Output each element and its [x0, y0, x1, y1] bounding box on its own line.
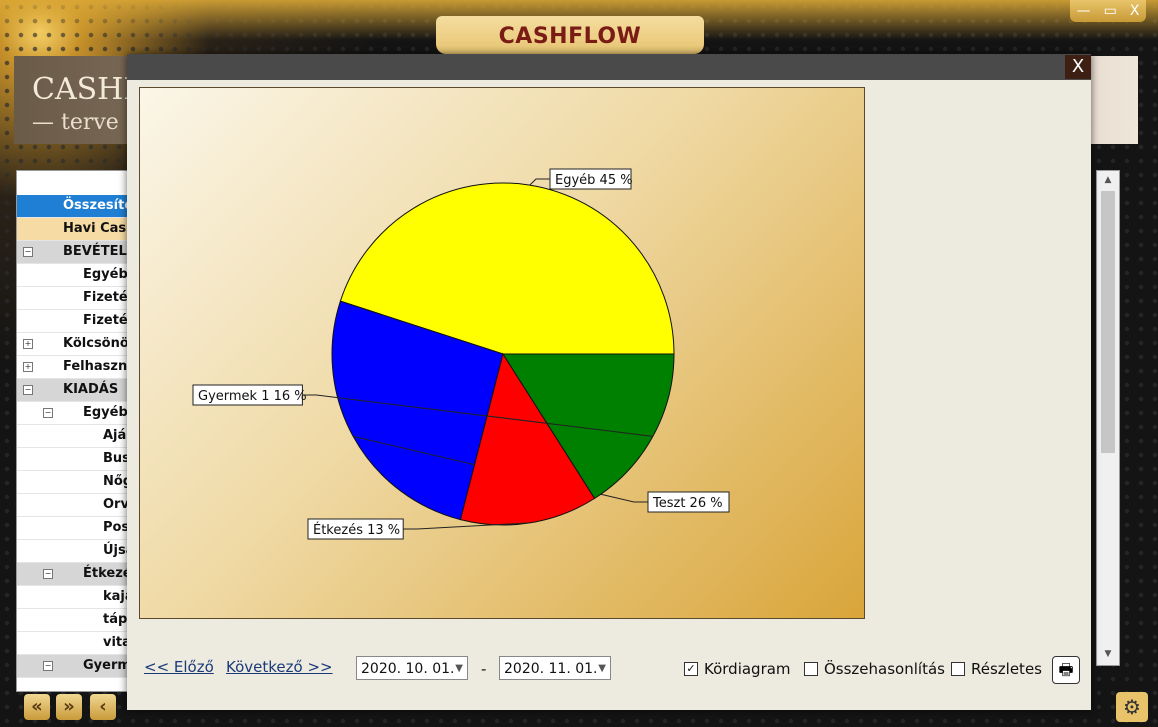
collapse-icon[interactable]: − [23, 247, 33, 257]
tree-row[interactable]: Havi Cash [17, 218, 129, 241]
scroll-up-icon[interactable]: ▲ [1101, 173, 1115, 187]
pie-label-leader [403, 522, 530, 530]
collapse-icon[interactable]: − [23, 385, 33, 395]
close-dialog-button[interactable]: X [1065, 55, 1091, 79]
tree-row-label: Orv [103, 497, 129, 512]
collapse-icon[interactable]: − [43, 569, 53, 579]
pie-chart: Egyéb 45 % Teszt 26 % Étkezés 13 % Gyermek … [192, 168, 730, 540]
tree-row[interactable]: vita [17, 632, 129, 655]
tree-row-label: Egyéb [83, 267, 128, 282]
tree-row[interactable]: − KIADÁS [17, 379, 129, 402]
checkbox-checked-icon[interactable]: ✓ [684, 662, 698, 676]
tree-row[interactable]: + Kölcsönöl [17, 333, 129, 356]
printer-icon[interactable]: 🖶 [1052, 656, 1080, 684]
expand-icon[interactable]: + [23, 362, 33, 372]
chevron-down-icon: ▼ [598, 663, 606, 674]
tree-row[interactable]: Újsa [17, 540, 129, 563]
checkbox-label: Összehasonlítás [824, 660, 945, 678]
tree-row-label: tápl [103, 612, 130, 627]
tree-row[interactable]: Fizetés [17, 310, 129, 333]
date-from-select[interactable]: 2020. 10. 01. ▼ [356, 656, 468, 680]
tree-row[interactable]: Post [17, 517, 129, 540]
tree-row[interactable]: kaja [17, 586, 129, 609]
settings-gear-icon[interactable]: ⚙ [1116, 692, 1148, 722]
tree-row-label: Post [103, 520, 130, 535]
pie-slice-label: Egyéb 45 % [555, 173, 633, 188]
previous-period-link[interactable]: << Előző [144, 658, 214, 676]
tree-row-label: Fizetés [83, 313, 129, 328]
scroll-down-icon[interactable]: ▼ [1101, 647, 1115, 661]
date-from-value: 2020. 10. 01. [361, 661, 455, 677]
tree-row-label: Kölcsönöl [63, 336, 130, 351]
tree-header [17, 171, 129, 195]
tree-row[interactable]: tápl [17, 609, 129, 632]
date-separator: - [481, 660, 487, 678]
tree-row-label: Étkezé [83, 566, 130, 581]
tree-row[interactable]: + Felhaszná [17, 356, 129, 379]
tree-row-label: vita [103, 635, 130, 650]
checkbox-pie-chart[interactable]: ✓ Kördiagram [684, 660, 791, 678]
tree-row[interactable]: Fizetés [17, 287, 129, 310]
tree-row-label: Nőg [103, 474, 130, 489]
pie-slice-label: Teszt 26 % [652, 496, 723, 511]
window-controls: — ▭ X [1070, 0, 1146, 22]
tree-row[interactable]: − Gyerm [17, 655, 129, 678]
next-period-link[interactable]: Következő >> [226, 658, 333, 676]
tree-row[interactable]: Orv [17, 494, 129, 517]
window-title: CASHFLOW [436, 16, 704, 54]
date-to-select[interactable]: 2020. 11. 01. ▼ [499, 656, 611, 680]
pie-chart-panel: Egyéb 45 % Teszt 26 % Étkezés 13 % Gyermek … [139, 87, 865, 619]
tree-row[interactable]: − Étkezé [17, 563, 129, 586]
expand-icon[interactable]: + [23, 339, 33, 349]
checkbox-label: Kördiagram [704, 660, 791, 678]
tree-row[interactable]: − Egyéb [17, 402, 129, 425]
checkbox-icon[interactable] [951, 662, 965, 676]
first-page-icon[interactable]: « [24, 694, 50, 720]
tree-row-label: Összesítet [63, 198, 129, 213]
checkbox-comparison[interactable]: Összehasonlítás [804, 660, 945, 678]
tree-row-label: kaja [103, 589, 129, 604]
tree-row-label: Aján [103, 428, 129, 443]
pie-slice-label: Gyermek 1 16 % [198, 389, 307, 404]
tree-row-label: Egyéb [83, 405, 128, 420]
pie-slice-label: Étkezés 13 % [313, 522, 400, 538]
tree-row-label: Fizetés [83, 290, 129, 305]
forward-fast-icon[interactable]: » [56, 694, 82, 720]
tree-row[interactable]: − BEVÉTEL [17, 241, 129, 264]
collapse-icon[interactable]: − [43, 408, 53, 418]
tree-row-label: Gyerm [83, 658, 130, 673]
tree-row[interactable]: Aján [17, 425, 129, 448]
tree-row-label: Havi Cash [63, 221, 130, 236]
minimize-icon[interactable]: — [1077, 3, 1091, 19]
tree-scrollbar[interactable]: ▲ ▼ [1096, 170, 1120, 666]
tree-row-label: Újsa [103, 543, 129, 558]
tree-row[interactable]: Nőg [17, 471, 129, 494]
maximize-icon[interactable]: ▭ [1104, 3, 1117, 19]
tree-row[interactable]: Egyéb [17, 264, 129, 287]
tree-row[interactable]: Bus. [17, 448, 129, 471]
pie-label-leader [529, 178, 550, 186]
collapse-icon[interactable]: − [43, 661, 53, 671]
checkbox-label: Részletes [971, 660, 1042, 678]
tree-row-label: BEVÉTEL [63, 244, 127, 259]
tree-row-label: Bus. [103, 451, 129, 466]
category-tree[interactable]: Összesítet Havi Cash − BEVÉTEL Egyéb Fizetés F… [16, 170, 130, 692]
checkbox-icon[interactable] [804, 662, 818, 676]
tree-row-label: KIADÁS [63, 382, 119, 397]
close-window-icon[interactable]: X [1130, 3, 1140, 19]
tree-row[interactable]: Összesítet [17, 195, 129, 218]
previous-icon[interactable]: ‹ [90, 694, 116, 720]
date-to-value: 2020. 11. 01. [504, 661, 598, 677]
tree-row-label: Felhaszná [63, 359, 130, 374]
app-logo-subtitle: — terve [32, 110, 119, 135]
scroll-thumb[interactable] [1101, 191, 1115, 453]
chevron-down-icon: ▼ [455, 663, 463, 674]
checkbox-detailed[interactable]: Részletes [951, 660, 1042, 678]
